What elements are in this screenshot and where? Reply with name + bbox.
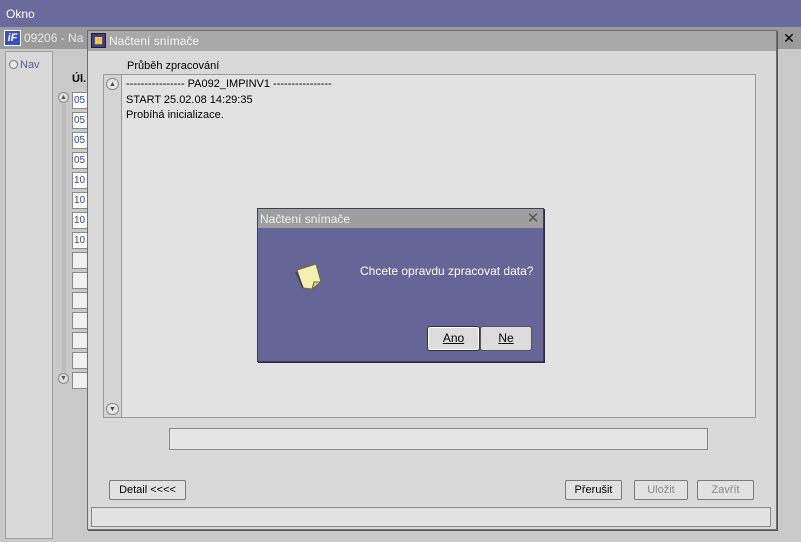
yes-button[interactable]: Ano (427, 326, 480, 351)
log-line: Probíhá inicializace. (126, 109, 224, 121)
nav-panel: Nav (5, 51, 53, 539)
column-header: Úl. (72, 73, 87, 85)
yes-button-label: Ano (442, 331, 465, 345)
radio-icon[interactable] (9, 60, 18, 69)
close-icon[interactable]: ✕ (781, 30, 797, 46)
note-icon (294, 261, 324, 291)
close-button[interactable]: Zavřít (697, 480, 754, 500)
form-right-edge (777, 49, 801, 511)
app-logo-icon: iF (4, 30, 21, 46)
dialog-message: Chcete opravdu zpracovat data? (360, 264, 534, 278)
process-window-title: Načtení snímače (109, 34, 200, 48)
save-button[interactable]: Uložit (634, 480, 688, 500)
scroll-down-arrow-icon[interactable]: ▼ (106, 403, 119, 415)
close-icon[interactable]: ✕ (524, 209, 542, 228)
confirm-dialog: Načtení snímače ✕ Chcete opravdu zpracov… (257, 208, 544, 362)
form-title: 09206 - Na (24, 31, 84, 45)
app-titlebar: Okno (0, 0, 801, 27)
progress-label: Průběh zpracování (127, 60, 220, 72)
nav-label[interactable]: Nav (20, 59, 40, 71)
dialog-title: Načtení snímače (260, 212, 351, 226)
status-bar (91, 507, 771, 527)
scroll-down-arrow-icon[interactable]: ▼ (58, 373, 69, 384)
scroll-up-arrow-icon[interactable]: ▲ (58, 92, 69, 103)
log-line: START 25.02.08 14:29:35 (126, 94, 253, 106)
interrupt-button[interactable]: Přerušit (565, 480, 622, 500)
detail-button[interactable]: Detail <<<< (109, 480, 186, 500)
log-scrollbar[interactable]: ▲ ▼ (104, 75, 122, 417)
process-window-titlebar: ▦ Načtení snímače (88, 31, 776, 51)
log-line: ---------------- PA092_IMPINV1 ---------… (126, 78, 332, 90)
no-button[interactable]: Ne (480, 326, 532, 351)
app-title: Okno (6, 7, 35, 21)
dialog-titlebar: Načtení snímače ✕ (258, 209, 543, 228)
window-icon: ▦ (91, 33, 106, 48)
status-field (169, 428, 708, 450)
scrollbar-track[interactable] (62, 104, 66, 372)
no-button-label: Ne (498, 331, 514, 345)
scroll-up-arrow-icon[interactable]: ▲ (106, 78, 119, 90)
